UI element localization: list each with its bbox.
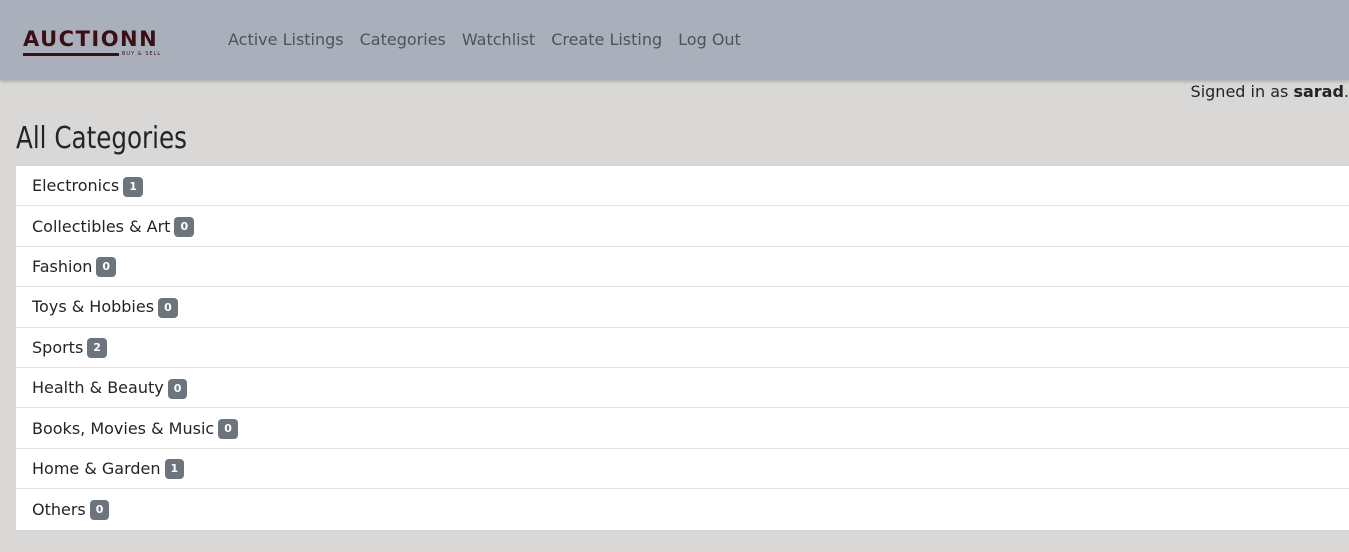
category-item-fashion[interactable]: Fashion 0	[16, 247, 1349, 288]
category-item-collectibles-art[interactable]: Collectibles & Art 0	[16, 206, 1349, 247]
page-title: All Categories	[16, 121, 187, 156]
category-item-health-beauty[interactable]: Health & Beauty 0	[16, 368, 1349, 409]
category-name: Electronics	[32, 176, 120, 196]
category-count-badge: 0	[167, 378, 188, 399]
category-name: Others	[32, 499, 86, 519]
category-count-badge: 0	[96, 257, 117, 278]
nav-link-log-out[interactable]: Log Out	[670, 29, 749, 51]
signed-in-prefix: Signed in as	[1190, 82, 1289, 101]
nav-link-create-listing[interactable]: Create Listing	[543, 29, 670, 51]
category-item-toys-hobbies[interactable]: Toys & Hobbies 0	[16, 287, 1349, 328]
category-item-home-garden[interactable]: Home & Garden 1	[16, 449, 1349, 490]
category-name: Toys & Hobbies	[32, 297, 155, 317]
signed-in-suffix: .	[1343, 82, 1349, 101]
category-count-badge: 1	[164, 459, 185, 480]
category-item-sports[interactable]: Sports 2	[16, 328, 1349, 368]
nav-link-categories[interactable]: Categories	[352, 29, 454, 51]
category-list: Electronics 1 Collectibles & Art 0 Fashi…	[16, 166, 1349, 530]
brand-tagline: BUY & SELL	[122, 51, 162, 57]
signed-in-status: Signed in as sarad.	[1191, 81, 1349, 103]
category-name: Collectibles & Art	[32, 216, 171, 236]
category-name: Home & Garden	[32, 458, 161, 478]
nav-link-active-listings[interactable]: Active Listings	[220, 29, 352, 51]
brand-name: AUCTIONN	[23, 27, 159, 51]
nav-link-watchlist[interactable]: Watchlist	[454, 29, 543, 51]
navbar: AUCTIONN BUY & SELL Active Listings Cate…	[0, 0, 1349, 80]
category-count-badge: 1	[123, 176, 143, 197]
category-count-badge: 0	[218, 419, 238, 440]
category-item-others[interactable]: Others 0	[16, 489, 1349, 529]
category-count-badge: 2	[87, 338, 107, 359]
username: sarad	[1293, 82, 1344, 101]
brand-logo[interactable]: AUCTIONN BUY & SELL	[23, 27, 168, 61]
category-count-badge: 0	[174, 217, 195, 238]
category-count-badge: 0	[158, 297, 178, 318]
category-item-books-movies-music[interactable]: Books, Movies & Music 0	[16, 408, 1349, 449]
category-name: Health & Beauty	[32, 378, 164, 398]
logo-underline	[23, 53, 119, 56]
category-name: Books, Movies & Music	[32, 418, 215, 438]
category-name: Sports	[32, 337, 84, 357]
category-count-badge: 0	[89, 500, 110, 521]
category-name: Fashion	[32, 256, 93, 276]
nav-links: Active Listings Categories Watchlist Cre…	[220, 29, 749, 51]
category-item-electronics[interactable]: Electronics 1	[16, 166, 1349, 207]
